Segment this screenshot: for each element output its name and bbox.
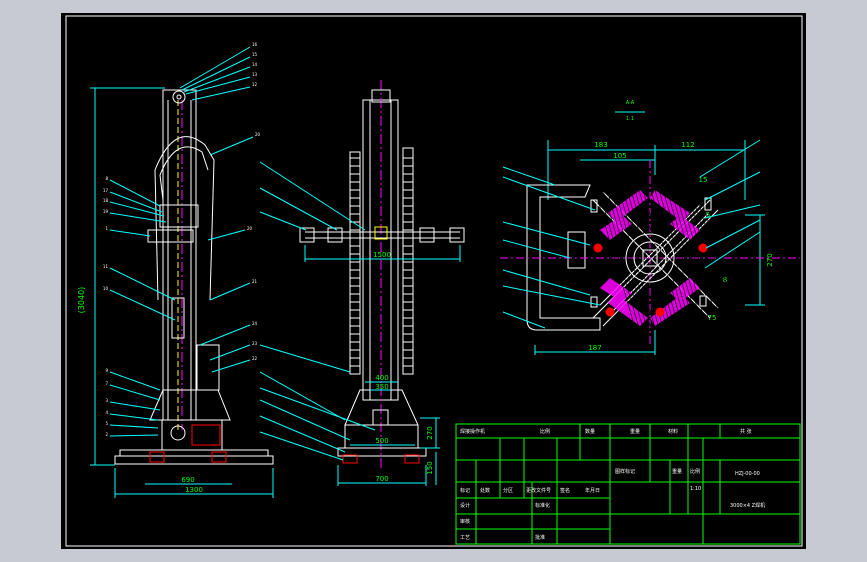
dim-w3: 500 (375, 437, 388, 445)
dim-small: 15 (699, 176, 708, 184)
dim-w2: 350 (375, 383, 388, 391)
svg-text:21: 21 (252, 279, 258, 284)
svg-text:18: 18 (103, 198, 109, 203)
dim-height: (3040) (77, 287, 86, 314)
svg-text:24: 24 (252, 321, 258, 326)
svg-text:20: 20 (247, 226, 253, 231)
section-scale: 1:1 (626, 116, 634, 122)
svg-text:13: 13 (252, 72, 258, 77)
svg-text:15: 15 (252, 52, 258, 57)
tb-design: 设计 (460, 502, 470, 509)
svg-text:23: 23 (252, 341, 258, 346)
svg-text:19: 19 (103, 209, 109, 214)
dim-overall: 1300 (185, 486, 203, 494)
dim-top-left: 183 (594, 141, 607, 149)
tb-zone: 分区 (503, 487, 513, 494)
dim-bottom: 187 (588, 344, 601, 352)
dim-top-right: 112 (681, 141, 694, 149)
tb-scale-value: 1:10 (690, 486, 701, 492)
tb-date: 年月日 (585, 487, 600, 494)
tb-scale: 比例 (690, 468, 700, 475)
svg-text:14: 14 (252, 62, 258, 67)
cad-drawing-canvas: (3040) 690 1300 161514 131220 817 1819 1… (61, 13, 806, 549)
svg-text:22: 22 (252, 356, 258, 361)
tb-drawing-name: 3000×4 Z焊机 (730, 502, 765, 509)
tb-change-no: 更改文件号 (526, 487, 551, 494)
svg-text:12: 12 (252, 82, 258, 87)
svg-text:17: 17 (103, 188, 109, 193)
svg-text:20: 20 (255, 132, 261, 137)
svg-text:11: 11 (103, 264, 109, 269)
tb-weight-label: 重量 (630, 428, 640, 435)
tb-drawing-mark: 图样标记 (615, 468, 635, 475)
tb-title: 焊接操作机 (460, 428, 485, 435)
dim-h1: 270 (426, 426, 434, 439)
svg-text:16: 16 (252, 42, 258, 47)
tb-material-label: 材料 (668, 428, 678, 435)
dim-base2: 700 (375, 475, 388, 483)
tb-qty-label: 数量 (585, 428, 595, 435)
tb-standard: 标准化 (535, 502, 550, 509)
dim-w1: 400 (375, 374, 388, 382)
svg-text:10: 10 (103, 286, 109, 291)
section-label: A-A (626, 100, 635, 106)
tb-sign: 签名 (560, 487, 570, 494)
dim-h2: 150 (426, 461, 434, 474)
tb-drawing-number: HZJ-00-00 (735, 471, 760, 477)
dim-inner: 105 (613, 152, 626, 160)
tb-approve: 批准 (535, 534, 545, 541)
tb-scale-label: 比例 (540, 428, 550, 435)
tb-weight: 重量 (672, 468, 682, 475)
tb-mark: 标记 (460, 487, 470, 494)
tb-review: 审核 (460, 518, 470, 525)
tb-process: 工艺 (460, 535, 470, 541)
dim-base: 690 (181, 476, 194, 484)
dim-right: 270 (766, 253, 774, 266)
tb-sheets: 共 张 (740, 428, 752, 435)
dim-span: 1500 (373, 251, 391, 259)
tb-count: 处数 (480, 487, 490, 494)
